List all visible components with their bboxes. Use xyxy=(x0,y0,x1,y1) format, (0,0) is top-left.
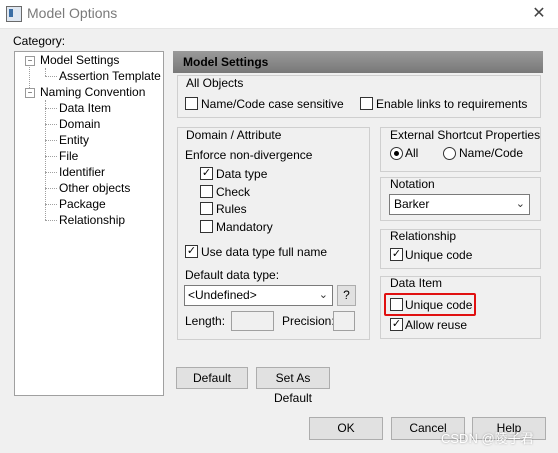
enforce-label: Enforce non-divergence xyxy=(185,148,313,162)
relationship-unique-code-label: Unique code xyxy=(405,248,473,262)
default-type-label: Default data type: xyxy=(185,268,280,282)
mandatory-label: Mandatory xyxy=(216,220,273,234)
rules-label: Rules xyxy=(216,202,247,216)
all-objects-title: All Objects xyxy=(186,76,244,90)
help-type-button[interactable]: ? xyxy=(337,285,356,306)
watermark: CSDN @陵子君 xyxy=(441,431,534,446)
enable-links-checkbox[interactable] xyxy=(360,97,373,110)
tree-item-file[interactable]: File xyxy=(59,149,78,163)
tree-line xyxy=(45,140,57,141)
chevron-down-icon: ⌄ xyxy=(515,198,525,210)
external-shortcut-title: External Shortcut Properties xyxy=(390,128,541,142)
data-type-checkbox[interactable]: ✓ xyxy=(200,167,213,180)
tree-item-domain[interactable]: Domain xyxy=(59,117,100,131)
name-code-case-label: Name/Code case sensitive xyxy=(201,97,344,111)
domain-attribute-title: Domain / Attribute xyxy=(186,128,282,142)
enable-links-label: Enable links to requirements xyxy=(376,97,528,111)
window-title: Model Options xyxy=(27,5,118,21)
check-label: Check xyxy=(216,185,251,199)
tree-line xyxy=(45,204,57,205)
app-icon xyxy=(6,6,22,22)
name-code-radio-label: Name/Code xyxy=(459,146,524,160)
tree-line xyxy=(45,220,57,221)
tree-item-data-item[interactable]: Data Item xyxy=(59,101,111,115)
set-as-default-button[interactable]: Set As Default xyxy=(256,367,330,405)
default-type-select[interactable]: <Undefined> ⌄ xyxy=(184,285,333,306)
tree-item-other-objects[interactable]: Other objects xyxy=(59,181,130,195)
tree-line xyxy=(45,188,57,189)
tree-item-relationship[interactable]: Relationship xyxy=(59,213,125,227)
default-button[interactable]: Default xyxy=(176,367,248,389)
tree-item-model-settings[interactable]: Model Settings xyxy=(40,53,119,67)
data-item-unique-code-label: Unique code xyxy=(405,298,473,312)
precision-field[interactable] xyxy=(333,311,355,331)
ok-button[interactable]: OK xyxy=(309,417,383,440)
tree-line xyxy=(45,124,57,125)
category-tree[interactable]: − Model Settings Assertion Template − Na… xyxy=(14,51,164,396)
name-code-case-checkbox[interactable] xyxy=(185,97,198,110)
allow-reuse-checkbox[interactable]: ✓ xyxy=(390,318,403,331)
tree-item-naming-convention[interactable]: Naming Convention xyxy=(40,85,145,99)
page-header: Model Settings xyxy=(173,51,543,73)
tree-line xyxy=(45,156,57,157)
collapse-icon[interactable]: − xyxy=(25,88,35,98)
length-label: Length: xyxy=(185,314,226,328)
notation-select[interactable]: Barker ⌄ xyxy=(389,194,530,215)
page-title: Model Settings xyxy=(183,55,269,69)
tree-item-identifier[interactable]: Identifier xyxy=(59,165,105,179)
close-icon[interactable]: ✕ xyxy=(520,0,558,28)
name-code-radio[interactable] xyxy=(443,147,456,160)
title-bar: Model Options ✕ xyxy=(0,0,558,29)
category-label: Category: xyxy=(13,34,66,48)
chevron-down-icon: ⌄ xyxy=(318,289,328,301)
tree-line xyxy=(45,100,46,220)
tree-line xyxy=(45,76,57,77)
tree-item-entity[interactable]: Entity xyxy=(59,133,89,147)
relationship-title: Relationship xyxy=(390,229,457,243)
mandatory-checkbox[interactable] xyxy=(200,220,213,233)
all-radio[interactable] xyxy=(390,147,403,160)
relationship-unique-code-checkbox[interactable]: ✓ xyxy=(390,248,403,261)
model-options-dialog: Model Options ✕ Category: − Model Settin… xyxy=(0,0,558,453)
allow-reuse-label: Allow reuse xyxy=(405,318,468,332)
check-checkbox[interactable] xyxy=(200,185,213,198)
use-full-name-label: Use data type full name xyxy=(201,245,328,259)
notation-title: Notation xyxy=(390,177,435,191)
rules-checkbox[interactable] xyxy=(200,202,213,215)
tree-line xyxy=(45,108,57,109)
collapse-icon[interactable]: − xyxy=(25,56,35,66)
data-item-unique-code-checkbox[interactable] xyxy=(390,298,403,311)
length-field[interactable] xyxy=(231,311,274,331)
use-full-name-checkbox[interactable]: ✓ xyxy=(185,245,198,258)
data-item-title: Data Item xyxy=(390,276,443,290)
default-type-value: <Undefined> xyxy=(188,288,257,302)
data-type-label: Data type xyxy=(216,167,268,181)
all-radio-label: All xyxy=(405,146,419,160)
tree-item-assertion-template[interactable]: Assertion Template xyxy=(59,69,161,83)
tree-line xyxy=(45,172,57,173)
tree-line xyxy=(45,68,46,76)
notation-value: Barker xyxy=(394,197,430,211)
tree-item-package[interactable]: Package xyxy=(59,197,106,211)
precision-label: Precision: xyxy=(282,314,335,328)
